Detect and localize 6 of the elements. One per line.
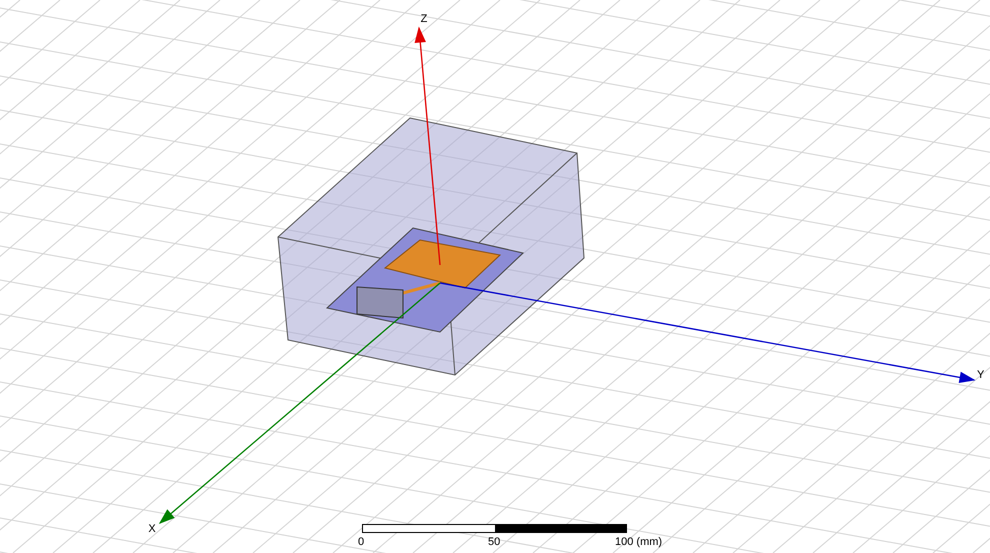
axis-label: Z (420, 13, 428, 25)
scale-label: 50 (488, 536, 500, 549)
axis-label: X (148, 523, 156, 535)
scale-label: 100 (mm) (615, 536, 662, 549)
scale-label: 0 (358, 536, 364, 549)
axis-label: Y (977, 369, 984, 381)
